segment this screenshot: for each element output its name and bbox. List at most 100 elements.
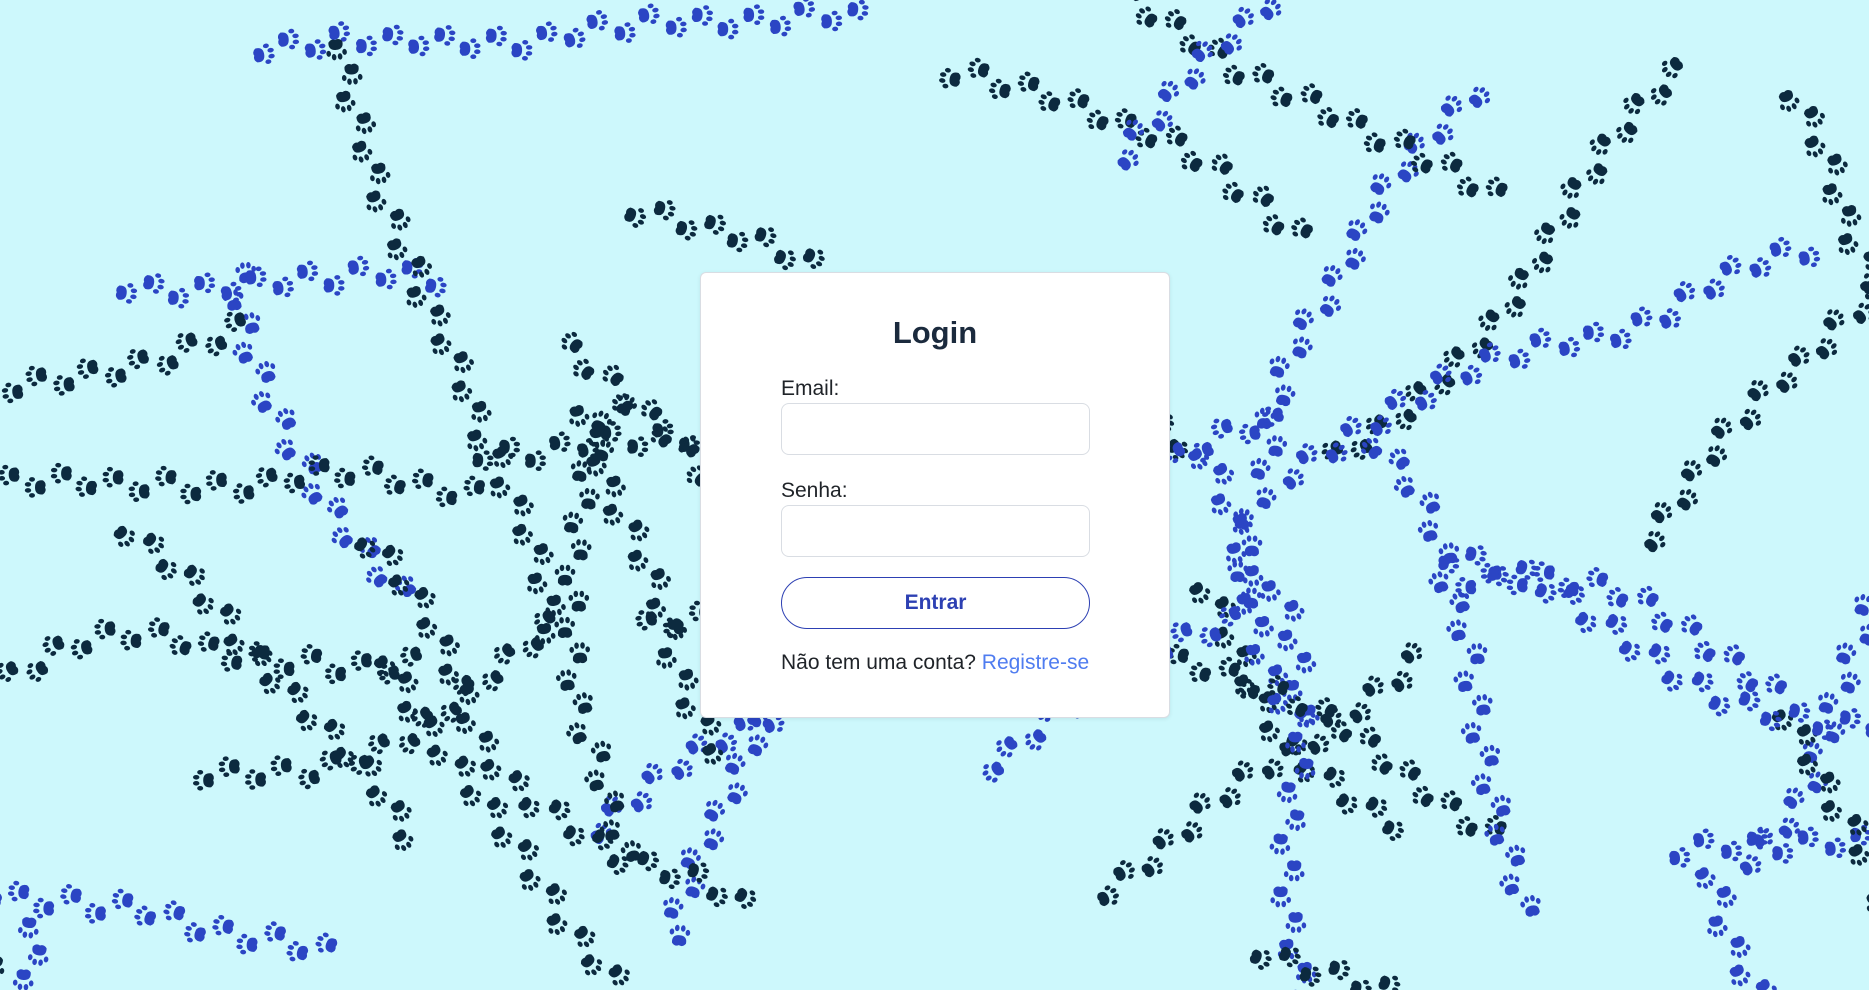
paw-print-icon	[1778, 89, 1800, 112]
paw-print-icon	[614, 22, 636, 43]
paw-print-icon	[264, 921, 286, 942]
paw-print-icon	[1363, 132, 1386, 153]
paw-print-icon	[75, 476, 97, 497]
paw-print-icon	[218, 756, 240, 778]
paw-print-icon	[485, 25, 507, 47]
paw-print-icon	[1669, 847, 1691, 868]
paw-print-icon	[641, 763, 663, 785]
paw-print-icon	[630, 791, 653, 813]
paw-print-icon	[546, 913, 568, 936]
paw-print-icon	[1788, 345, 1810, 367]
paw-print-icon	[350, 650, 372, 671]
paw-print-icon	[847, 0, 869, 21]
paw-print-icon	[1, 382, 24, 404]
paw-print-icon	[1270, 86, 1293, 108]
paw-print-icon	[1560, 177, 1582, 199]
login-card: Login Email: Senha: Entrar Não tem uma c…	[700, 272, 1170, 718]
paw-print-icon	[459, 38, 481, 60]
paw-print-icon	[996, 736, 1018, 758]
paw-print-icon	[94, 618, 116, 640]
paw-print-icon	[205, 335, 228, 357]
paw-print-icon	[663, 897, 684, 919]
paw-print-icon	[554, 564, 576, 586]
paw-print-icon	[635, 610, 658, 631]
paw-print-icon	[1285, 809, 1306, 832]
paw-print-icon	[1262, 214, 1285, 236]
paw-print-icon	[1827, 153, 1848, 176]
paw-print-icon	[704, 799, 726, 822]
paw-print-icon	[60, 884, 82, 905]
paw-print-icon	[1651, 611, 1673, 633]
paw-print-icon	[573, 358, 595, 380]
paw-print-icon	[678, 668, 699, 691]
paw-print-icon	[296, 260, 319, 282]
paw-print-icon	[0, 661, 19, 682]
paw-print-icon	[568, 590, 590, 612]
paw-print-icon	[1038, 91, 1061, 112]
paw-print-icon	[1865, 723, 1869, 738]
paw-print-icon	[1804, 135, 1826, 158]
paw-print-icon	[1644, 531, 1666, 553]
paw-print-icon	[1378, 975, 1401, 990]
paw-print-icon	[315, 932, 338, 953]
paw-print-icon	[675, 697, 696, 720]
paw-print-icon	[298, 768, 320, 790]
paw-print-icon	[1815, 338, 1838, 360]
paw-print-icon	[1440, 151, 1463, 173]
paw-print-icon	[519, 869, 541, 891]
paw-print-icon	[1822, 183, 1843, 206]
paw-print-icon	[325, 663, 347, 685]
email-field[interactable]	[781, 403, 1090, 455]
paw-print-icon	[223, 633, 245, 656]
paw-print-icon	[70, 639, 93, 660]
paw-print-icon	[366, 190, 387, 213]
paw-print-icon	[127, 349, 149, 370]
paw-print-icon	[1558, 336, 1581, 358]
paw-print-icon	[1706, 445, 1728, 467]
paw-print-icon	[1468, 86, 1491, 108]
paw-print-icon	[1504, 296, 1526, 318]
paw-print-icon	[1691, 671, 1714, 693]
paw-print-icon	[327, 497, 349, 519]
paw-print-icon	[1708, 695, 1731, 717]
paw-print-icon	[726, 231, 749, 253]
paw-print-icon	[494, 643, 516, 665]
paw-print-icon	[489, 476, 511, 499]
paw-print-icon	[42, 635, 65, 656]
paw-print-icon	[1783, 787, 1805, 809]
paw-print-icon	[1840, 671, 1861, 694]
paw-print-icon	[1472, 694, 1493, 716]
paw-print-icon	[1859, 623, 1869, 646]
paw-print-icon	[1661, 57, 1683, 79]
paw-print-icon	[1854, 594, 1869, 616]
paw-print-icon	[467, 429, 488, 452]
login-submit-button[interactable]: Entrar	[781, 577, 1090, 629]
paw-print-icon	[1490, 794, 1511, 817]
paw-print-icon	[368, 733, 390, 755]
password-label: Senha:	[781, 479, 848, 502]
paw-print-icon	[212, 914, 234, 936]
paw-print-icon	[1716, 886, 1737, 908]
register-link[interactable]: Registre-se	[982, 651, 1089, 674]
paw-print-icon	[1252, 63, 1275, 84]
paw-print-icon	[323, 718, 346, 740]
paw-print-icon	[1659, 308, 1681, 329]
paw-print-icon	[50, 462, 72, 484]
paw-print-icon	[255, 467, 278, 488]
paw-print-icon	[586, 10, 609, 31]
paw-print-icon	[1362, 675, 1384, 697]
paw-print-icon	[296, 709, 318, 732]
paw-print-icon	[638, 3, 660, 24]
paw-print-icon	[184, 922, 206, 943]
paw-print-icon	[569, 642, 590, 664]
paw-print-icon	[438, 663, 459, 686]
paw-print-icon	[1769, 236, 1792, 257]
paw-print-icon	[1256, 487, 1277, 510]
password-field[interactable]	[781, 505, 1090, 557]
paw-print-icon	[1853, 302, 1869, 324]
paw-print-icon	[84, 902, 106, 924]
paw-print-icon	[1661, 670, 1683, 692]
paw-print-icon	[1222, 64, 1245, 86]
paw-print-icon	[416, 617, 438, 639]
paw-print-icon	[1417, 520, 1439, 542]
